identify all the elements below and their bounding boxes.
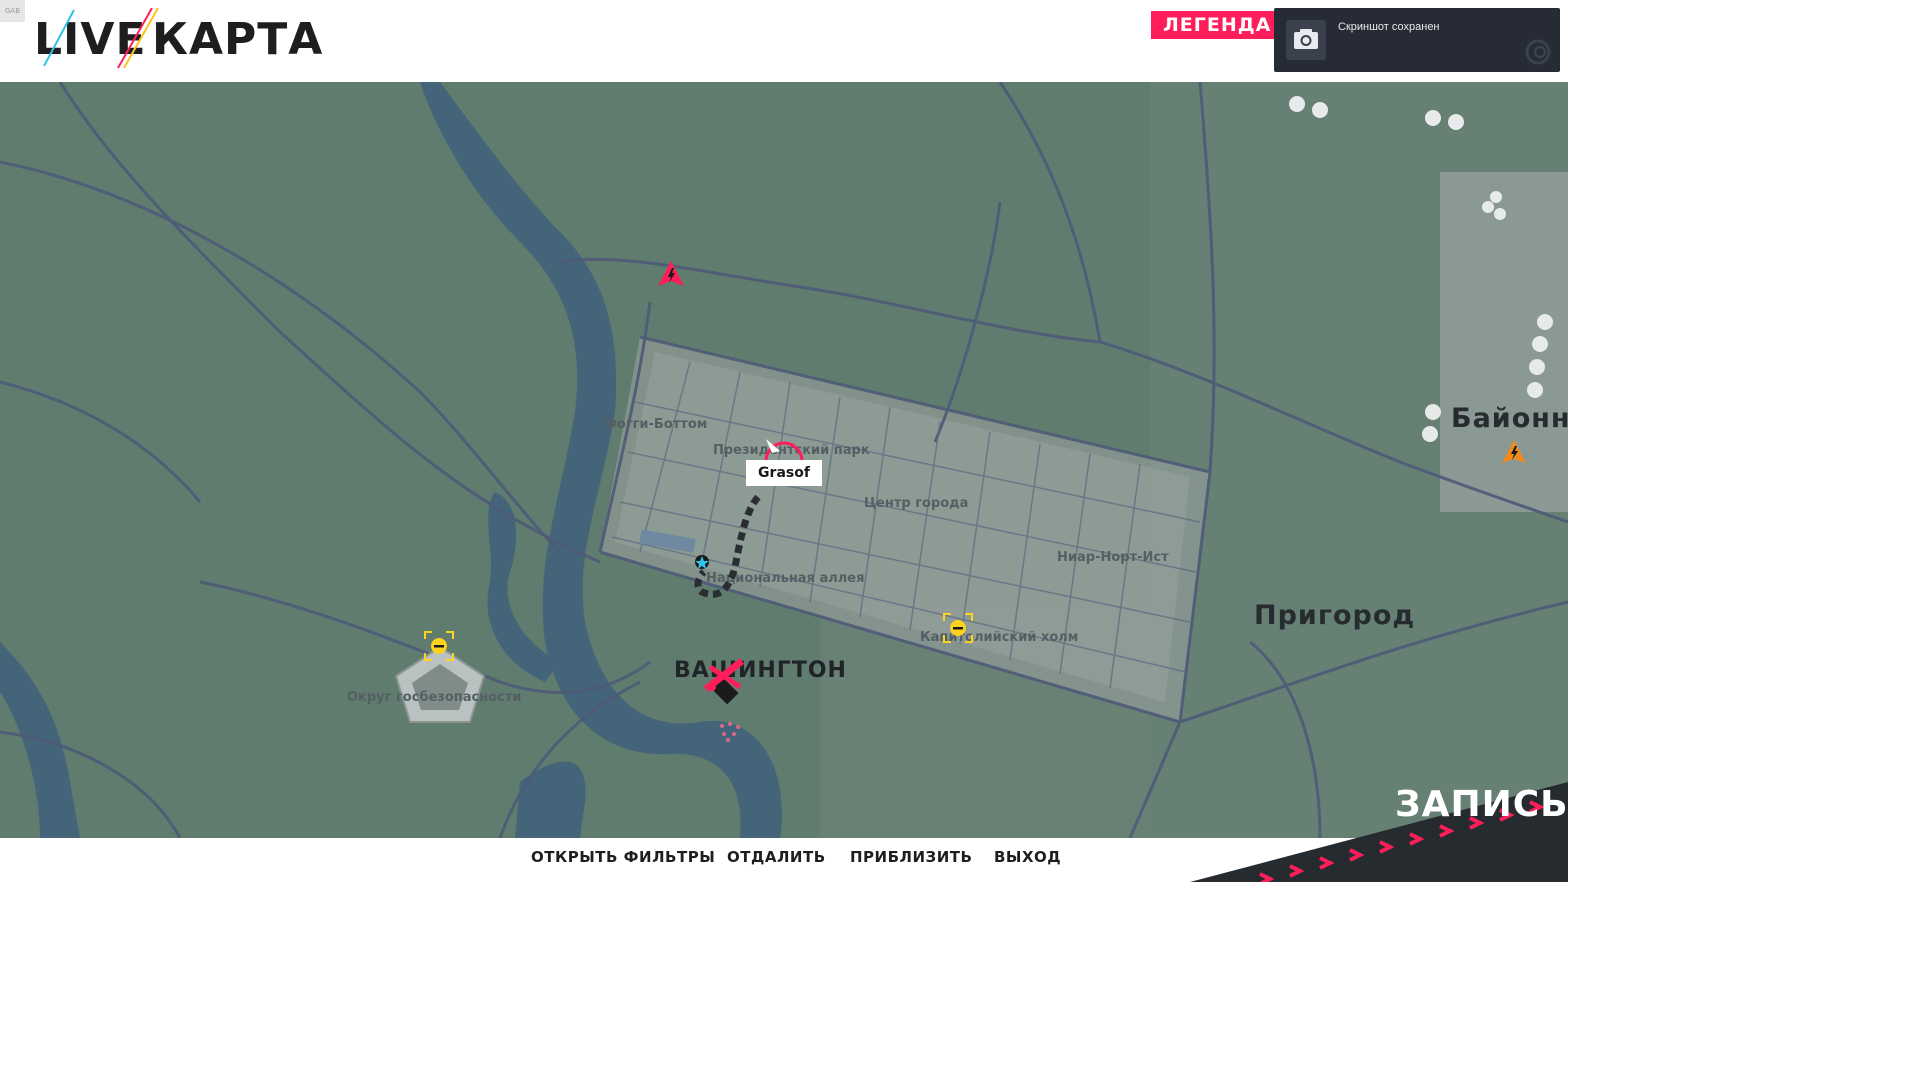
fps-badge: GAB [0, 0, 25, 22]
stronghold-icon[interactable] [700, 657, 750, 717]
region-label-bayonne: Байонн [1451, 403, 1568, 434]
district-label-foggy-bottom: Фогги-Боттом [604, 417, 708, 432]
control-point-yellow-icon[interactable] [423, 630, 455, 662]
camera-icon [1286, 20, 1326, 60]
open-filters-button[interactable]: ОТКРЫТЬ ФИЛЬТРЫ [531, 848, 715, 866]
player-name-tag: Grasof [746, 460, 822, 486]
district-label-near-northeast: Ниар-Норт-Ист [1057, 550, 1169, 565]
toast-message: Скриншот сохранен [1338, 21, 1440, 33]
live-map[interactable]: Фогги-Боттом Президентский парк Центр го… [0, 82, 1568, 838]
fast-travel-icon[interactable] [692, 552, 712, 572]
player-path-trail [694, 494, 761, 598]
enemy-activity-icon [720, 722, 740, 742]
ubisoft-swirl-icon [1525, 39, 1551, 65]
exit-button[interactable]: ВЫХОД [994, 848, 1061, 866]
screenshot-saved-toast: Скриншот сохранен [1274, 8, 1560, 72]
district-label-downtown: Центр города [864, 496, 969, 511]
hazard-marker-red-icon[interactable] [656, 259, 686, 289]
logo-slashes-icon [43, 8, 159, 69]
logo-karta-text: КАРТА [152, 14, 324, 65]
record-indicator: ЗАПИСЬ [1395, 784, 1569, 825]
zoom-out-button[interactable]: ОТДАЛИТЬ [727, 848, 826, 866]
control-point-yellow-icon[interactable] [942, 612, 974, 644]
zoom-in-button[interactable]: ПРИБЛИЗИТЬ [850, 848, 972, 866]
district-label-dod: Округ госбезопасности [347, 690, 522, 705]
hazard-marker-orange-icon[interactable] [1500, 438, 1528, 466]
region-label-suburb: Пригород [1254, 600, 1416, 631]
